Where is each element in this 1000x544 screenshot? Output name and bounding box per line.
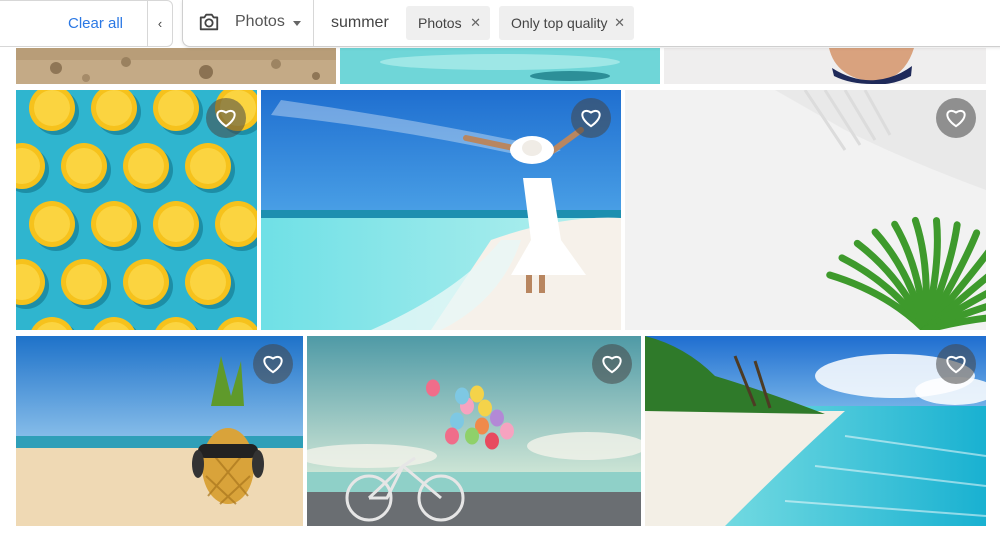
camera-icon bbox=[199, 13, 219, 31]
sand-image bbox=[16, 48, 336, 84]
clear-all-link[interactable]: Clear all bbox=[68, 15, 123, 32]
favorite-button[interactable] bbox=[206, 98, 246, 138]
media-type-dropdown[interactable]: Photos bbox=[183, 0, 314, 46]
image-tile-bikini[interactable] bbox=[664, 48, 986, 84]
beach-woman-image bbox=[261, 90, 621, 330]
media-type-label: Photos bbox=[235, 13, 285, 30]
heart-outline-icon bbox=[581, 109, 601, 128]
image-tile-palm-leaf[interactable] bbox=[625, 90, 986, 330]
heart-outline-icon bbox=[946, 109, 966, 128]
image-tile-lemons[interactable] bbox=[16, 90, 257, 330]
caret-down-icon bbox=[293, 21, 301, 26]
favorite-button[interactable] bbox=[592, 344, 632, 384]
bicycle-balloons-image bbox=[307, 336, 641, 526]
favorite-button[interactable] bbox=[571, 98, 611, 138]
image-tile-pineapple[interactable] bbox=[16, 336, 303, 526]
search-query-text[interactable]: summer bbox=[331, 14, 389, 32]
heart-outline-icon bbox=[263, 355, 283, 374]
bikini-image bbox=[664, 48, 986, 84]
image-tile-tropical-beach[interactable] bbox=[645, 336, 986, 526]
filters-panel-header: Clear all bbox=[0, 0, 150, 47]
image-tile-bicycle-balloons[interactable] bbox=[307, 336, 641, 526]
filter-chip-label: Only top quality bbox=[511, 15, 608, 31]
close-icon[interactable]: ✕ bbox=[614, 15, 625, 31]
favorite-button[interactable] bbox=[936, 98, 976, 138]
heart-outline-icon bbox=[216, 109, 236, 128]
search-bar: Photos summer Photos ✕ Only top quality … bbox=[182, 0, 1000, 47]
image-tile-beach-woman[interactable] bbox=[261, 90, 621, 330]
favorite-button[interactable] bbox=[936, 344, 976, 384]
palm-leaf-image bbox=[625, 90, 986, 330]
image-tile-sand[interactable] bbox=[16, 48, 336, 84]
chevron-left-icon: ‹ bbox=[157, 16, 163, 31]
close-icon[interactable]: ✕ bbox=[470, 15, 481, 31]
tropical-beach-image bbox=[645, 336, 986, 526]
favorite-button[interactable] bbox=[253, 344, 293, 384]
top-bar: Clear all ‹ Photos summer Photos ✕ Only … bbox=[0, 0, 1000, 48]
heart-outline-icon bbox=[602, 355, 622, 374]
filter-chip-label: Photos bbox=[418, 15, 462, 31]
heart-outline-icon bbox=[946, 355, 966, 374]
collapse-filters-button[interactable]: ‹ bbox=[147, 0, 173, 47]
image-tile-water[interactable] bbox=[340, 48, 660, 84]
filter-chip-top-quality[interactable]: Only top quality ✕ bbox=[499, 6, 634, 40]
filter-chip-photos[interactable]: Photos ✕ bbox=[406, 6, 490, 40]
water-image bbox=[340, 48, 660, 84]
